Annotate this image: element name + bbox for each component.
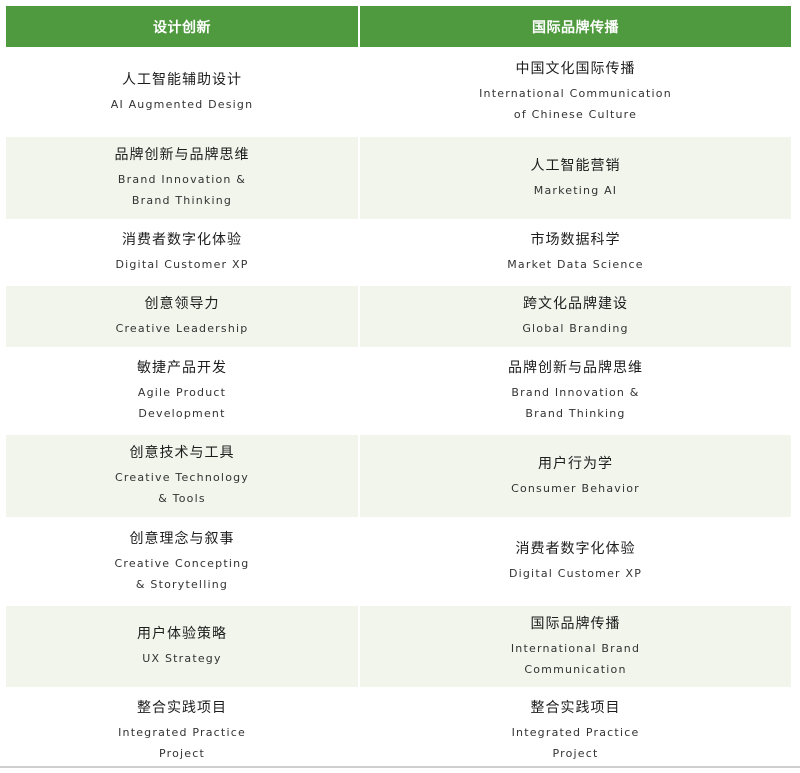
course-title-zh: 创意领导力	[144, 296, 220, 312]
course-title-zh: 中国文化国际传播	[515, 61, 636, 77]
course-title-en: Integrated Practice Project	[118, 726, 246, 760]
course-cell: 用户体验策略 UX Strategy	[6, 606, 360, 687]
course-title-en: Global Branding	[522, 322, 629, 335]
course-title-en: Marketing AI	[533, 183, 618, 197]
course-title-zh: 人工智能营销	[530, 157, 621, 174]
course-title-en: AI Augmented Design	[110, 97, 254, 111]
table-row: 用户体验策略 UX Strategy 国际品牌传播 International …	[6, 606, 793, 689]
header-design-innovation: 设计创新	[6, 6, 360, 47]
course-cell: 市场数据科学 Market Data Science	[360, 221, 791, 284]
course-title-zh: 创意技术与工具	[129, 445, 235, 461]
course-cell: 跨文化品牌建设 Global Branding	[360, 286, 791, 347]
table-row: 敏捷产品开发 Agile Product Development 品牌创新与品牌…	[6, 349, 793, 435]
course-title-zh: 消费者数字化体验	[122, 232, 242, 248]
course-cell: 用户行为学 Consumer Behavior	[360, 435, 791, 517]
course-title-zh: 整合实践项目	[530, 700, 621, 716]
course-cell: 品牌创新与品牌思维 Brand Innovation & Brand Think…	[6, 137, 360, 219]
course-title-zh: 市场数据科学	[530, 232, 621, 248]
course-title-en: Creative Leadership	[115, 322, 249, 335]
course-title-zh: 敏捷产品开发	[137, 360, 227, 376]
course-title-en: Brand Innovation & Brand Thinking	[511, 386, 640, 420]
table-row: 人工智能辅助设计 AI Augmented Design 中国文化国际传播 In…	[6, 49, 793, 137]
curriculum-table: 设计创新 国际品牌传播 人工智能辅助设计 AI Augmented Design…	[6, 6, 793, 773]
course-title-zh: 创意理念与叙事	[129, 530, 235, 547]
course-title-en: Digital Customer XP	[508, 567, 643, 580]
course-cell: 中国文化国际传播 International Communication of …	[360, 49, 791, 135]
course-cell: 人工智能辅助设计 AI Augmented Design	[6, 49, 360, 135]
table-row: 品牌创新与品牌思维 Brand Innovation & Brand Think…	[6, 137, 793, 221]
course-title-en: Market Data Science	[507, 258, 644, 271]
course-title-en: Creative Technology & Tools	[114, 471, 250, 505]
course-title-zh: 品牌创新与品牌思维	[508, 360, 643, 376]
course-title-zh: 跨文化品牌建设	[523, 296, 628, 312]
course-title-en: UX Strategy	[142, 652, 222, 665]
course-title-en: Digital Customer XP	[115, 258, 249, 271]
course-title-en: Creative Concepting & Storytelling	[114, 556, 250, 591]
course-title-en: Agile Product Development	[137, 386, 227, 420]
course-title-en: Consumer Behavior	[511, 481, 640, 495]
table-header: 设计创新 国际品牌传播	[6, 6, 793, 49]
course-title-en: International Communication of Chinese C…	[479, 87, 672, 121]
course-cell: 整合实践项目 Integrated Practice Project	[6, 689, 360, 773]
table-row: 整合实践项目 Integrated Practice Project 整合实践项…	[6, 689, 793, 773]
course-title-zh: 国际品牌传播	[530, 615, 621, 632]
table-row: 创意领导力 Creative Leadership 跨文化品牌建设 Global…	[6, 286, 793, 349]
course-title-en: Brand Innovation & Brand Thinking	[117, 173, 247, 207]
course-title-en: International Brand Communication	[510, 641, 641, 676]
table-row: 创意技术与工具 Creative Technology & Tools 用户行为…	[6, 435, 793, 519]
course-cell: 敏捷产品开发 Agile Product Development	[6, 349, 360, 433]
course-cell: 创意领导力 Creative Leadership	[6, 286, 360, 347]
course-cell: 国际品牌传播 International Brand Communication	[360, 606, 791, 687]
table-row: 创意理念与叙事 Creative Concepting & Storytelli…	[6, 519, 793, 606]
course-cell: 创意理念与叙事 Creative Concepting & Storytelli…	[6, 519, 360, 604]
course-title-zh: 品牌创新与品牌思维	[114, 147, 250, 163]
course-cell: 消费者数字化体验 Digital Customer XP	[6, 221, 360, 284]
course-title-zh: 整合实践项目	[137, 700, 227, 716]
course-cell: 创意技术与工具 Creative Technology & Tools	[6, 435, 360, 517]
course-cell: 整合实践项目 Integrated Practice Project	[360, 689, 791, 773]
table-row: 消费者数字化体验 Digital Customer XP 市场数据科学 Mark…	[6, 221, 793, 286]
course-title-zh: 用户行为学	[538, 455, 613, 472]
course-title-zh: 消费者数字化体验	[515, 541, 636, 557]
course-title-en: Integrated Practice Project	[511, 726, 640, 760]
course-title-zh: 人工智能辅助设计	[122, 71, 242, 88]
header-brand-communication: 国际品牌传播	[360, 6, 791, 47]
course-cell: 消费者数字化体验 Digital Customer XP	[360, 519, 791, 604]
course-cell: 品牌创新与品牌思维 Brand Innovation & Brand Think…	[360, 349, 791, 433]
course-title-zh: 用户体验策略	[137, 626, 227, 642]
course-cell: 人工智能营销 Marketing AI	[360, 137, 791, 219]
